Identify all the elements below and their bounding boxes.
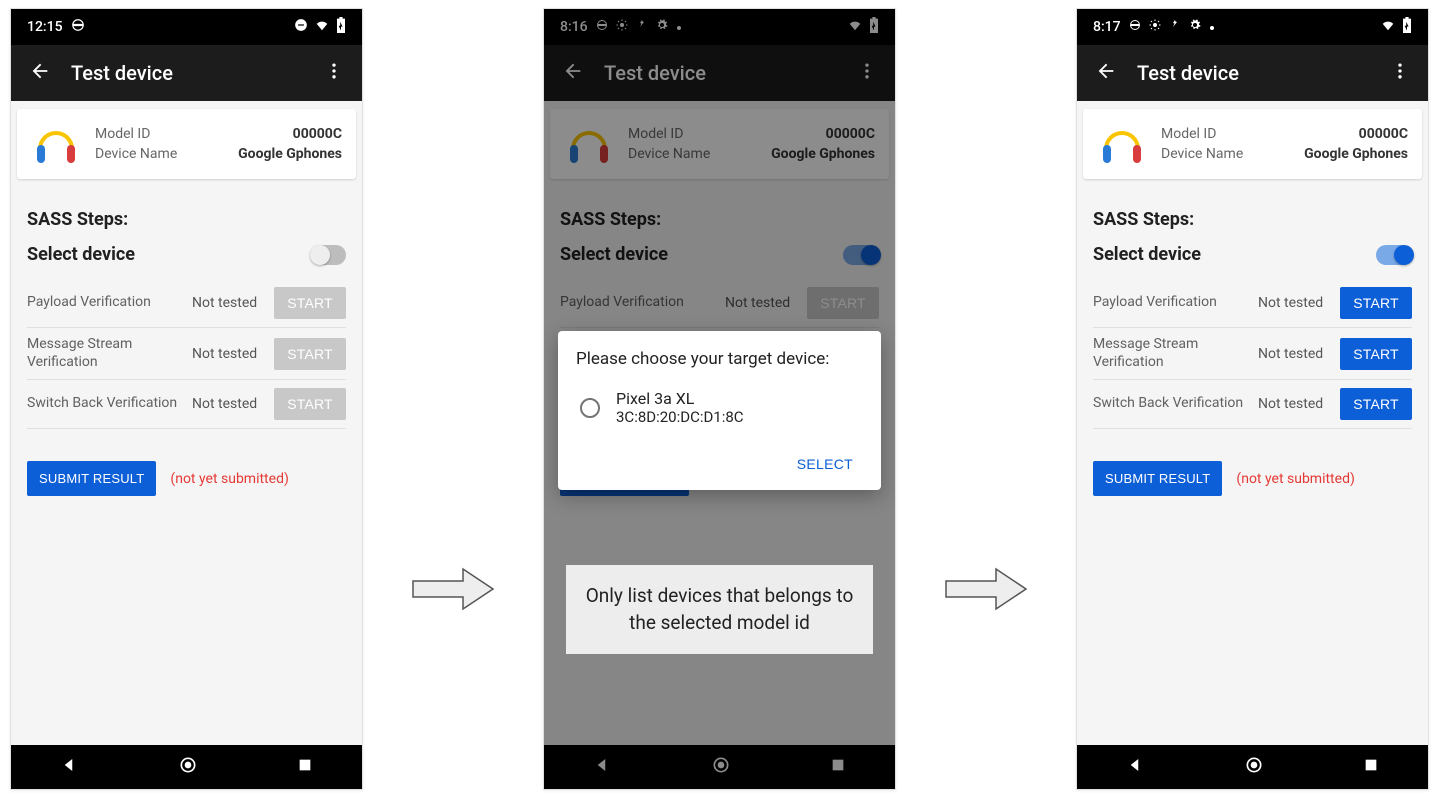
phone-screen-2: 8:16 Test device Model ID 00000C xyxy=(543,8,896,790)
overflow-icon[interactable] xyxy=(318,55,350,91)
app-bar-title: Test device xyxy=(71,61,318,85)
headphones-icon xyxy=(31,119,81,169)
status-time: 8:17 xyxy=(1093,19,1121,35)
nav-recents-icon[interactable] xyxy=(1363,757,1379,777)
start-button[interactable]: START xyxy=(1340,388,1412,420)
device-card: Model ID 00000C Device Name Google Gphon… xyxy=(17,109,356,179)
test-row: Payload Verification Not tested START xyxy=(1093,279,1412,328)
brightness-icon xyxy=(1149,19,1161,35)
not-submitted-label: (not yet submitted) xyxy=(1236,471,1354,487)
flow-arrow-icon xyxy=(411,567,495,611)
test-status: Not tested xyxy=(192,346,274,362)
test-row: Payload Verification Not tested START xyxy=(27,279,346,328)
app-bar: Test device xyxy=(1077,45,1428,101)
test-row: Switch Back Verification Not tested STAR… xyxy=(27,380,346,429)
device-name-value: Google Gphones xyxy=(238,146,342,162)
phone-screen-1: 12:15 Test device xyxy=(10,8,363,790)
device-name-label: Device Name xyxy=(1161,146,1243,162)
device-card: Model ID 00000C Device Name Google Gphon… xyxy=(1083,109,1422,179)
nav-bar xyxy=(1077,745,1428,789)
start-button[interactable]: START xyxy=(1340,338,1412,370)
headphones-icon xyxy=(1097,119,1147,169)
test-row: Message Stream Verification Not tested S… xyxy=(27,328,346,380)
nav-recents-icon[interactable] xyxy=(297,757,313,777)
model-id-value: 00000C xyxy=(293,126,342,142)
option-name: Pixel 3a XL xyxy=(616,389,744,408)
app-bar: Test device xyxy=(11,45,362,101)
start-button: START xyxy=(274,287,346,319)
battery-icon xyxy=(336,17,346,37)
test-row: Switch Back Verification Not tested STAR… xyxy=(1093,380,1412,429)
model-id-label: Model ID xyxy=(95,126,150,142)
back-icon[interactable] xyxy=(23,54,57,92)
battery-icon xyxy=(1402,17,1412,37)
test-label: Switch Back Verification xyxy=(1093,395,1258,413)
test-label: Switch Back Verification xyxy=(27,395,192,413)
model-id-label: Model ID xyxy=(1161,126,1216,142)
select-device-label: Select device xyxy=(27,244,135,265)
start-button: START xyxy=(274,338,346,370)
gear-icon xyxy=(1189,19,1201,35)
select-device-toggle[interactable] xyxy=(310,245,346,265)
do-not-disturb-icon xyxy=(294,18,308,36)
wifi-icon xyxy=(314,18,330,36)
nav-back-icon[interactable] xyxy=(61,756,79,778)
status-bar: 12:15 xyxy=(11,9,362,45)
model-id-value: 00000C xyxy=(1359,126,1408,142)
test-row: Message Stream Verification Not tested S… xyxy=(1093,328,1412,380)
app-bar-title: Test device xyxy=(1137,61,1384,85)
dialog-select-button[interactable]: SELECT xyxy=(787,448,863,480)
nav-bar xyxy=(11,745,362,789)
signal-icon xyxy=(1169,19,1181,35)
test-label: Message Stream Verification xyxy=(1093,336,1258,371)
option-mac: 3C:8D:20:DC:D1:8C xyxy=(616,408,744,426)
wifi-icon xyxy=(1380,18,1396,36)
section-title: SASS Steps: xyxy=(27,209,346,230)
explainer-note: Only list devices that belongs to the se… xyxy=(566,565,873,654)
dot-icon xyxy=(1209,19,1215,35)
theta-icon xyxy=(71,18,85,36)
not-submitted-label: (not yet submitted) xyxy=(170,471,288,487)
start-button: START xyxy=(274,388,346,420)
test-status: Not tested xyxy=(1258,295,1340,311)
test-label: Payload Verification xyxy=(27,294,192,312)
test-label: Message Stream Verification xyxy=(27,336,192,371)
test-status: Not tested xyxy=(192,396,274,412)
status-bar: 8:17 xyxy=(1077,9,1428,45)
device-name-value: Google Gphones xyxy=(1304,146,1408,162)
test-status: Not tested xyxy=(192,295,274,311)
flow-arrow-icon xyxy=(944,567,1028,611)
radio-icon[interactable] xyxy=(580,398,600,418)
back-icon[interactable] xyxy=(1089,54,1123,92)
device-name-label: Device Name xyxy=(95,146,177,162)
submit-result-button[interactable]: SUBMIT RESULT xyxy=(1093,461,1222,496)
select-device-toggle[interactable] xyxy=(1376,245,1412,265)
theta-icon xyxy=(1129,19,1141,35)
submit-result-button[interactable]: SUBMIT RESULT xyxy=(27,461,156,496)
test-status: Not tested xyxy=(1258,396,1340,412)
nav-home-icon[interactable] xyxy=(178,755,198,779)
start-button[interactable]: START xyxy=(1340,287,1412,319)
nav-back-icon[interactable] xyxy=(1127,756,1145,778)
test-status: Not tested xyxy=(1258,346,1340,362)
dialog-option[interactable]: Pixel 3a XL 3C:8D:20:DC:D1:8C xyxy=(576,383,863,432)
nav-home-icon[interactable] xyxy=(1244,755,1264,779)
section-title: SASS Steps: xyxy=(1093,209,1412,230)
test-label: Payload Verification xyxy=(1093,294,1258,312)
target-device-dialog: Please choose your target device: Pixel … xyxy=(558,331,881,490)
status-time: 12:15 xyxy=(27,19,63,35)
dialog-title: Please choose your target device: xyxy=(576,349,863,369)
overflow-icon[interactable] xyxy=(1384,55,1416,91)
select-device-label: Select device xyxy=(1093,244,1201,265)
phone-screen-3: 8:17 Test device Model ID 00000C xyxy=(1076,8,1429,790)
